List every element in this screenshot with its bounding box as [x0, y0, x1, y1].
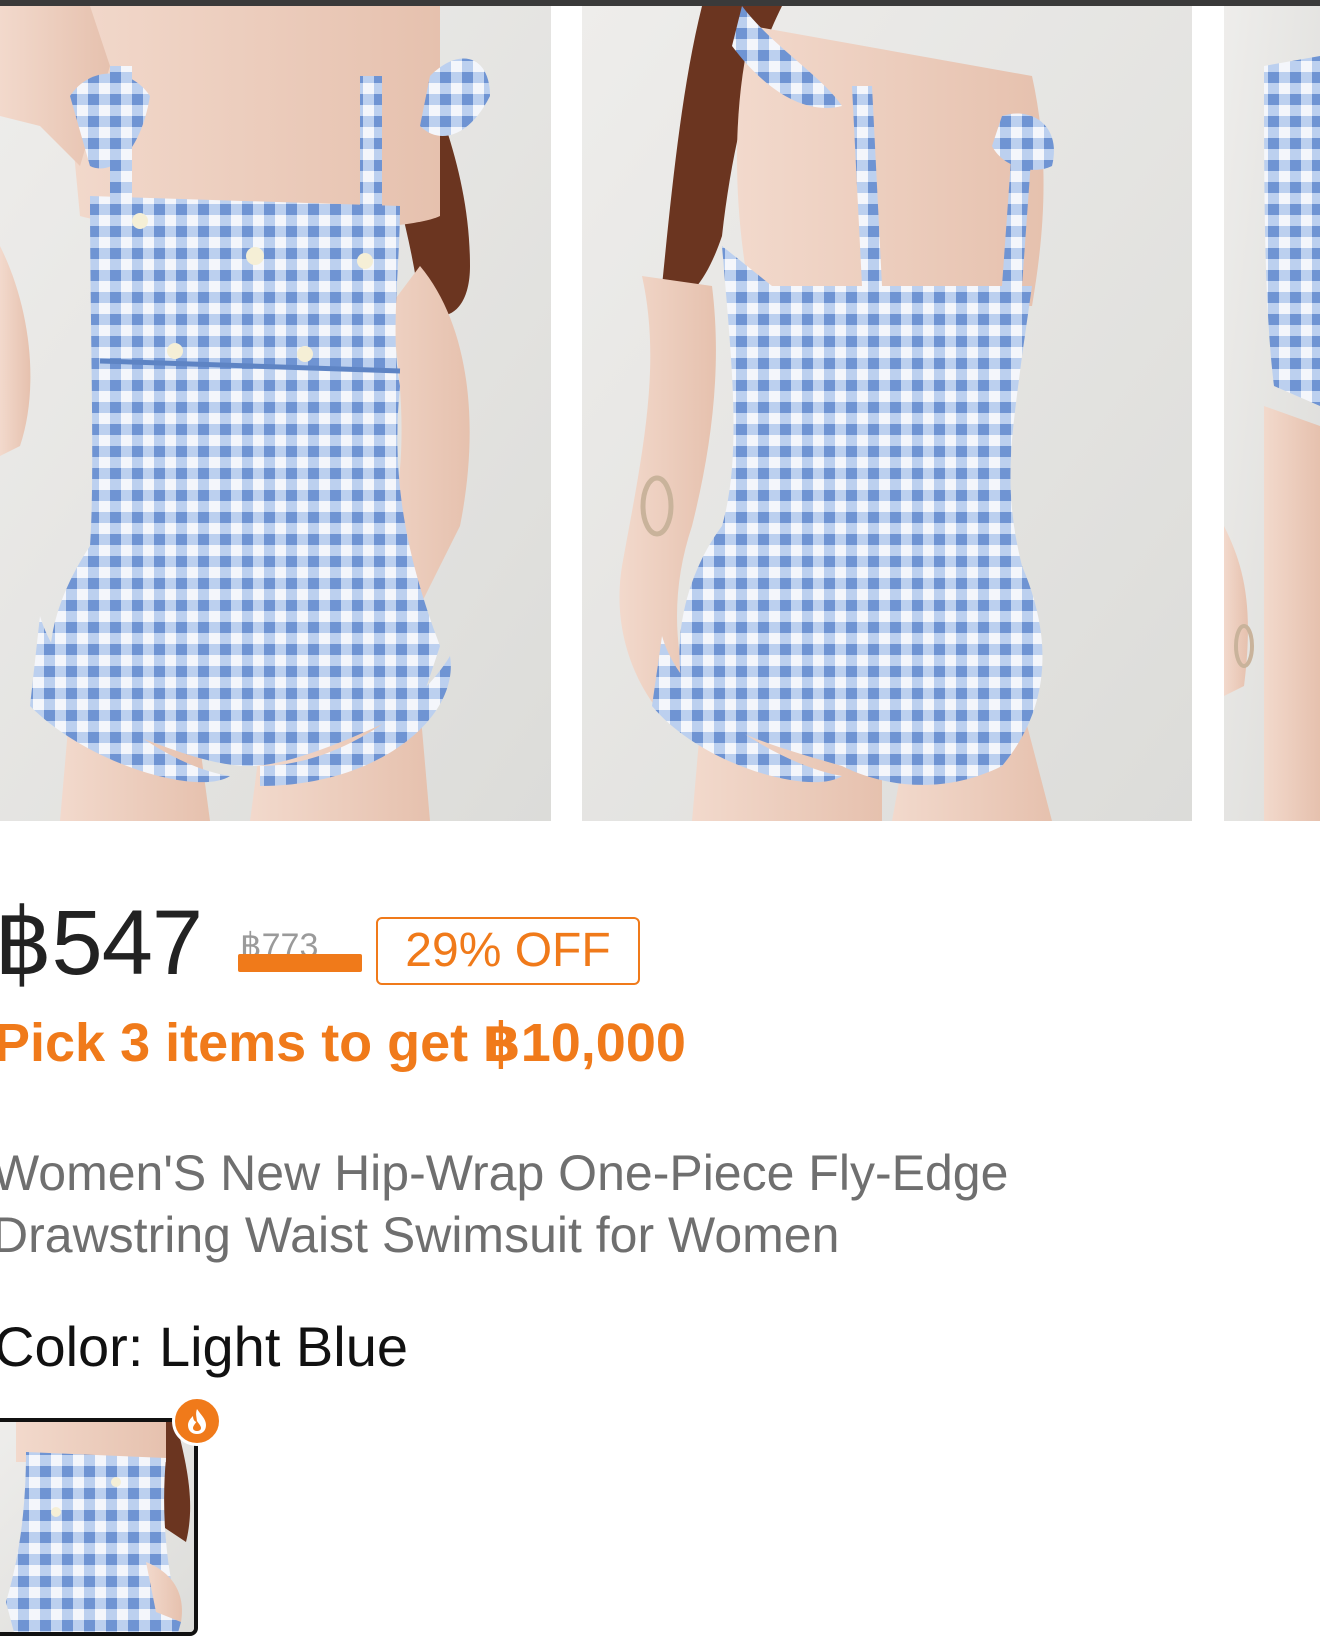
color-label: Color: Light Blue: [0, 1315, 409, 1378]
swatch-thumbnail-image: [0, 1422, 194, 1632]
swimsuit-front-photo[interactable]: [0, 6, 551, 821]
price-row: ฿547 ฿773: [0, 888, 1320, 998]
light-blue-swatch[interactable]: [0, 1418, 198, 1636]
fire-icon: [172, 1396, 222, 1446]
discount-badge: 29% OFF: [376, 917, 640, 985]
strikethrough-mark: [238, 954, 362, 972]
product-image-gallery[interactable]: [0, 6, 1320, 821]
product-title: Women'S New Hip-Wrap One-Piece Fly-Edge …: [0, 1145, 1009, 1263]
promo-banner[interactable]: Pick 3 items to get ฿10,000: [0, 1008, 686, 1078]
swimsuit-back-photo[interactable]: [582, 6, 1192, 821]
current-price: ฿547: [0, 892, 203, 994]
swimsuit-side-photo[interactable]: [1224, 6, 1320, 821]
